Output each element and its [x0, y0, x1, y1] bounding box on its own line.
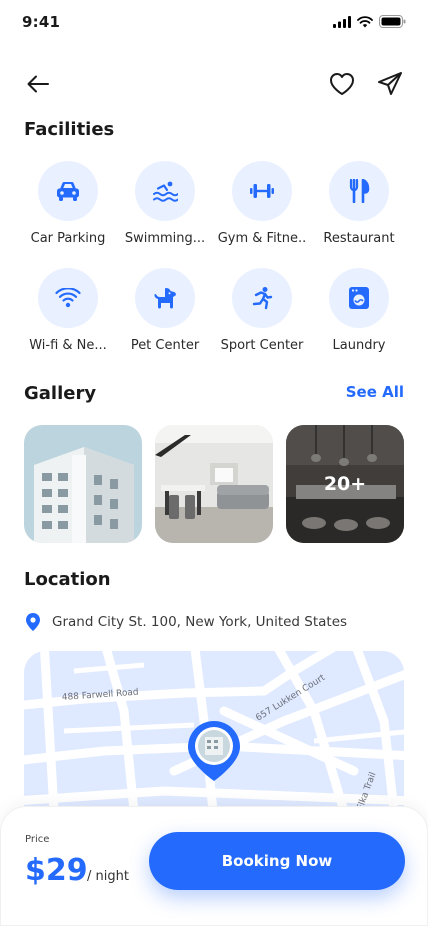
facility-gym-fitness[interactable]: Gym & Fitne.. [213, 161, 311, 246]
favorite-button[interactable] [328, 70, 356, 98]
facility-label: Laundry [332, 338, 386, 353]
gallery-image-building[interactable] [24, 425, 142, 543]
facility-icon-bg [38, 161, 98, 221]
price-value: $29 [25, 853, 88, 888]
facility-icon-bg [135, 268, 195, 328]
arrow-left-icon [27, 75, 49, 93]
gallery-image-living-room[interactable] [155, 425, 273, 543]
price-unit: / night [87, 869, 129, 884]
facility-label: Sport Center [220, 338, 304, 353]
see-all-link[interactable]: See All [346, 383, 404, 401]
location-map[interactable]: 488 Farwell Road 657 Lukken Court Elka T… [24, 651, 404, 811]
price-caption: Price [25, 834, 50, 845]
cellular-signal-icon [333, 15, 351, 28]
back-button[interactable] [24, 70, 52, 98]
map-roads: 488 Farwell Road 657 Lukken Court Elka T… [24, 651, 404, 811]
facility-icon-bg [329, 161, 389, 221]
address-text: Grand City St. 100, New York, United Sta… [52, 614, 348, 630]
top-nav [0, 64, 428, 104]
facility-wifi[interactable]: Wi-fi & Ne... [19, 268, 117, 353]
facility-label: Swimming... [124, 231, 206, 246]
heart-icon [330, 73, 354, 95]
facility-laundry[interactable]: Laundry [310, 268, 408, 353]
send-icon [378, 72, 402, 95]
swimming-icon [153, 181, 178, 202]
gallery-image-kitchen[interactable]: 20+ [286, 425, 404, 543]
wifi-icon [55, 288, 81, 308]
building-photo [24, 425, 142, 543]
facility-label: Car Parking [30, 231, 106, 246]
running-icon [252, 287, 273, 310]
facility-pet-center[interactable]: Pet Center [116, 268, 214, 353]
facility-label: Restaurant [323, 231, 395, 246]
booking-bar: Price $29 / night Booking Now [0, 806, 428, 926]
dog-icon [154, 288, 176, 309]
facilities-title: Facilities [24, 119, 115, 140]
battery-icon [379, 15, 406, 28]
facility-icon-bg [232, 268, 292, 328]
booking-now-button[interactable]: Booking Now [149, 832, 405, 890]
facility-label: Wi-fi & Ne... [29, 338, 107, 353]
gallery-title: Gallery [24, 383, 97, 404]
facility-icon-bg [38, 268, 98, 328]
facility-icon-bg [329, 268, 389, 328]
facility-label: Pet Center [130, 338, 200, 353]
facility-swimming[interactable]: Swimming... [116, 161, 214, 246]
facility-label: Gym & Fitne.. [217, 231, 307, 246]
living-room-photo [155, 425, 273, 543]
facility-restaurant[interactable]: Restaurant [310, 161, 408, 246]
gallery-more-count: 20+ [286, 425, 404, 543]
location-title: Location [24, 569, 111, 590]
fork-knife-icon [349, 179, 370, 203]
map-pin-icon [26, 613, 40, 631]
washing-machine-icon [349, 287, 369, 309]
status-bar: 9:41 [0, 0, 428, 44]
location-address: Grand City St. 100, New York, United Sta… [24, 612, 347, 632]
facility-sport-center[interactable]: Sport Center [213, 268, 311, 353]
dumbbell-icon [250, 184, 274, 198]
facility-icon-bg [135, 161, 195, 221]
status-time: 9:41 [22, 13, 61, 31]
facility-icon-bg [232, 161, 292, 221]
wifi-status-icon [357, 15, 373, 27]
status-icons [333, 15, 406, 28]
share-button[interactable] [376, 70, 404, 98]
car-icon [57, 182, 79, 201]
facility-car-parking[interactable]: Car Parking [19, 161, 117, 246]
